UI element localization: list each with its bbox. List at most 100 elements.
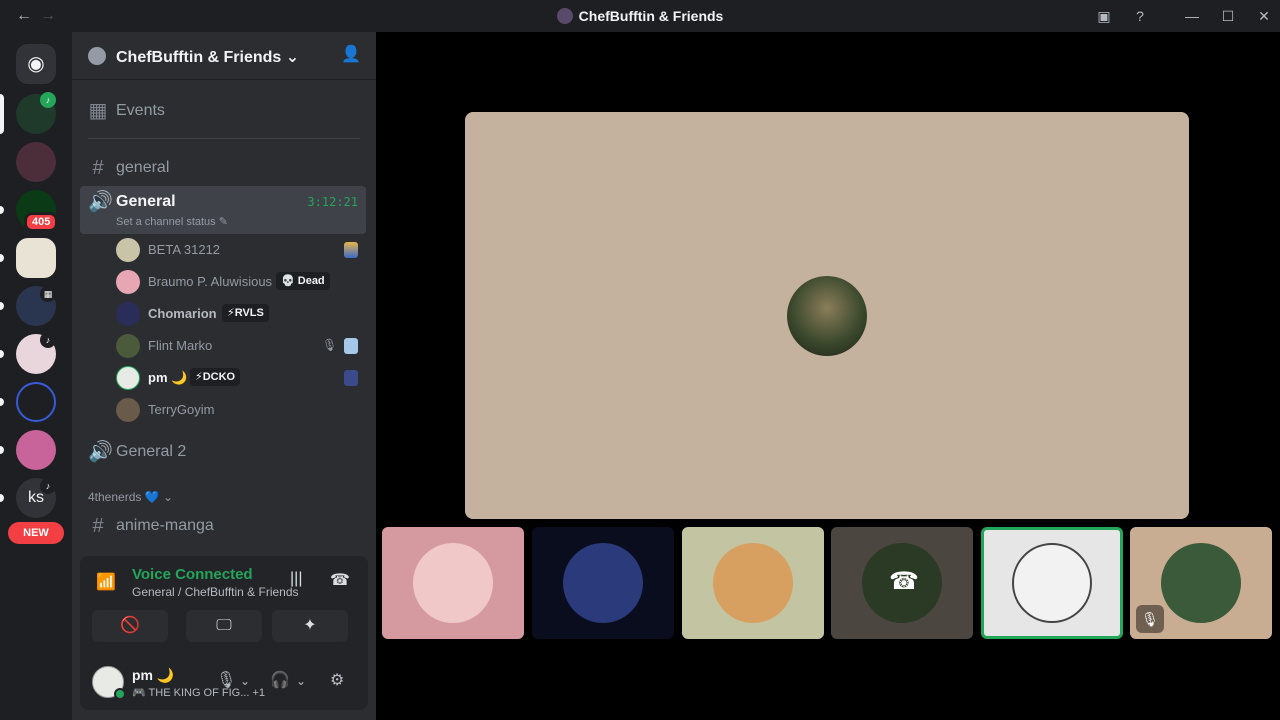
- focused-participant-tile[interactable]: [465, 112, 1189, 519]
- calendar-icon: ▦: [88, 100, 108, 122]
- chevron-down-icon[interactable]: ⌄: [240, 674, 250, 688]
- user-name[interactable]: pm 🌙: [132, 667, 174, 684]
- server-header[interactable]: ChefBufftin & Friends ⌄ 👤: [72, 32, 376, 80]
- unread-pill: [0, 350, 4, 358]
- avatar: [116, 238, 140, 262]
- voice-user[interactable]: Flint Marko 🎙: [116, 331, 366, 361]
- speaker-icon: ♪: [40, 92, 56, 108]
- participant-tile[interactable]: [682, 527, 824, 639]
- channel-label: General 2: [116, 443, 187, 460]
- voice-panel: 📶 Voice Connected General / ChefBufftin …: [80, 556, 368, 710]
- activity-count: +1: [252, 687, 265, 699]
- chevron-down-icon: ⌄: [285, 49, 300, 66]
- hashtag-icon: #: [92, 515, 104, 537]
- muted-icon: 🎙: [322, 338, 338, 352]
- server-settings-icon: [88, 47, 106, 65]
- channel-label: anime-manga: [116, 517, 214, 534]
- phone-icon: ☎: [889, 568, 919, 595]
- divider: [88, 138, 360, 139]
- participant-avatar: [413, 543, 493, 623]
- activity-icon: [344, 370, 358, 386]
- unread-pill: [0, 494, 4, 502]
- participant-tile[interactable]: [532, 527, 674, 639]
- events-label: Events: [116, 102, 165, 119]
- maximize-button[interactable]: ☐: [1218, 6, 1238, 26]
- server-name: ChefBufftin & Friends ⌄: [116, 49, 300, 66]
- discord-home-icon[interactable]: ◉: [16, 44, 56, 84]
- inbox-icon[interactable]: ▣: [1094, 6, 1114, 26]
- voice-user[interactable]: BETA 31212: [116, 235, 366, 265]
- voice-user[interactable]: Chomarion ⚡RVLS: [116, 299, 366, 329]
- avatar: [116, 398, 140, 422]
- voice-user-name: Chomarion: [148, 306, 217, 321]
- unread-pill: [0, 398, 4, 406]
- participant-avatar: [563, 543, 643, 623]
- help-icon[interactable]: ?: [1130, 6, 1150, 26]
- participant-tile-self[interactable]: [981, 527, 1123, 639]
- speaker-icon: ♪: [40, 332, 56, 348]
- unread-pill: [0, 446, 4, 454]
- channel-status[interactable]: Set a channel status ✎: [116, 215, 228, 228]
- channel-anime-manga[interactable]: # anime-manga: [80, 509, 366, 543]
- avatar: [116, 334, 140, 358]
- server-icon: [556, 8, 573, 24]
- microphone-icon[interactable]: 🎙: [216, 670, 236, 690]
- selected-server-pill: [0, 94, 4, 134]
- unread-pill: [0, 206, 4, 214]
- speaker-icon: 🔊: [88, 191, 113, 213]
- disconnect-icon[interactable]: ☎: [330, 570, 350, 590]
- invite-user-icon[interactable]: 👤: [340, 44, 362, 66]
- chevron-down-icon[interactable]: ⌄: [296, 674, 306, 688]
- window-title: ChefBufftin & Friends: [0, 8, 1280, 24]
- activity-icon: [344, 242, 358, 258]
- clan-tag: 💀 Dead: [276, 272, 330, 290]
- server-icon-8[interactable]: [16, 430, 56, 470]
- server-rail: ◉ ♪ 405 ▦ ♪ ks ♪ NEW: [0, 32, 72, 720]
- participant-avatar: [1161, 543, 1241, 623]
- user-area: pm 🌙 🎮 THE KING OF FIG... +1 🎙 ⌄ 🎧 ⌄ ⚙: [80, 652, 368, 710]
- server-icon-4[interactable]: [16, 238, 56, 278]
- voice-user-name: Flint Marko: [148, 338, 213, 353]
- voice-user[interactable]: Braumo P. Aluwisious 💀 Dead: [116, 267, 366, 297]
- settings-gear-icon[interactable]: ⚙: [330, 670, 344, 690]
- pencil-icon: ✎: [218, 216, 228, 228]
- participant-tile[interactable]: [382, 527, 524, 639]
- voice-user-name: Braumo P. Aluwisious: [148, 274, 273, 289]
- channel-general-text[interactable]: # general: [80, 151, 366, 185]
- close-button[interactable]: ✕: [1254, 6, 1274, 26]
- title-bar: ← → ChefBufftin & Friends ▣ ? — ☐ ✕: [0, 0, 1280, 32]
- hashtag-icon: #: [92, 157, 104, 179]
- category-header[interactable]: 4thenerds 💙 ⌄: [88, 490, 173, 504]
- avatar: [116, 270, 140, 294]
- voice-user-name: pm 🌙: [148, 370, 188, 385]
- voice-user[interactable]: TerryGoyim: [116, 395, 366, 425]
- screen-share-button[interactable]: 🖵: [186, 610, 262, 642]
- activity-icon: [344, 338, 358, 354]
- noise-suppression-icon[interactable]: |||: [290, 570, 302, 588]
- server-icon-2[interactable]: [16, 142, 56, 182]
- unread-pill: [0, 302, 4, 310]
- voice-user-name: TerryGoyim: [148, 402, 215, 417]
- muted-mic-icon: 🎙: [1136, 605, 1164, 633]
- signal-icon[interactable]: 📶: [96, 572, 116, 592]
- participant-avatar: [713, 543, 793, 623]
- participant-tile[interactable]: 🎙: [1130, 527, 1272, 639]
- voice-user-name: BETA 31212: [148, 242, 221, 257]
- channel-general2-voice[interactable]: 🔊 General 2: [80, 435, 366, 469]
- server-icon-7[interactable]: [16, 382, 56, 422]
- mention-badge: 405: [24, 212, 59, 232]
- participant-tile[interactable]: ☎: [831, 527, 973, 639]
- headphones-icon[interactable]: 🎧: [270, 670, 290, 690]
- activities-button[interactable]: ✦: [272, 610, 348, 642]
- voice-connected-title[interactable]: Voice Connected: [132, 566, 253, 583]
- voice-connected-subtitle[interactable]: General / ChefBufftin & Friends: [132, 585, 299, 599]
- channel-general-voice[interactable]: 🔊 General 3:12:21 Set a channel status ✎: [80, 186, 366, 234]
- minimize-button[interactable]: —: [1182, 6, 1202, 26]
- camera-off-button[interactable]: 🚫: [92, 610, 168, 642]
- events-item[interactable]: ▦ Events: [80, 94, 366, 128]
- new-badge[interactable]: NEW: [8, 522, 64, 544]
- voice-user-self[interactable]: pm 🌙 ⚡DCKO: [116, 363, 366, 393]
- online-status-icon: [114, 688, 126, 700]
- speaker-icon: 🔊: [88, 441, 113, 463]
- participant-avatar: [787, 276, 867, 356]
